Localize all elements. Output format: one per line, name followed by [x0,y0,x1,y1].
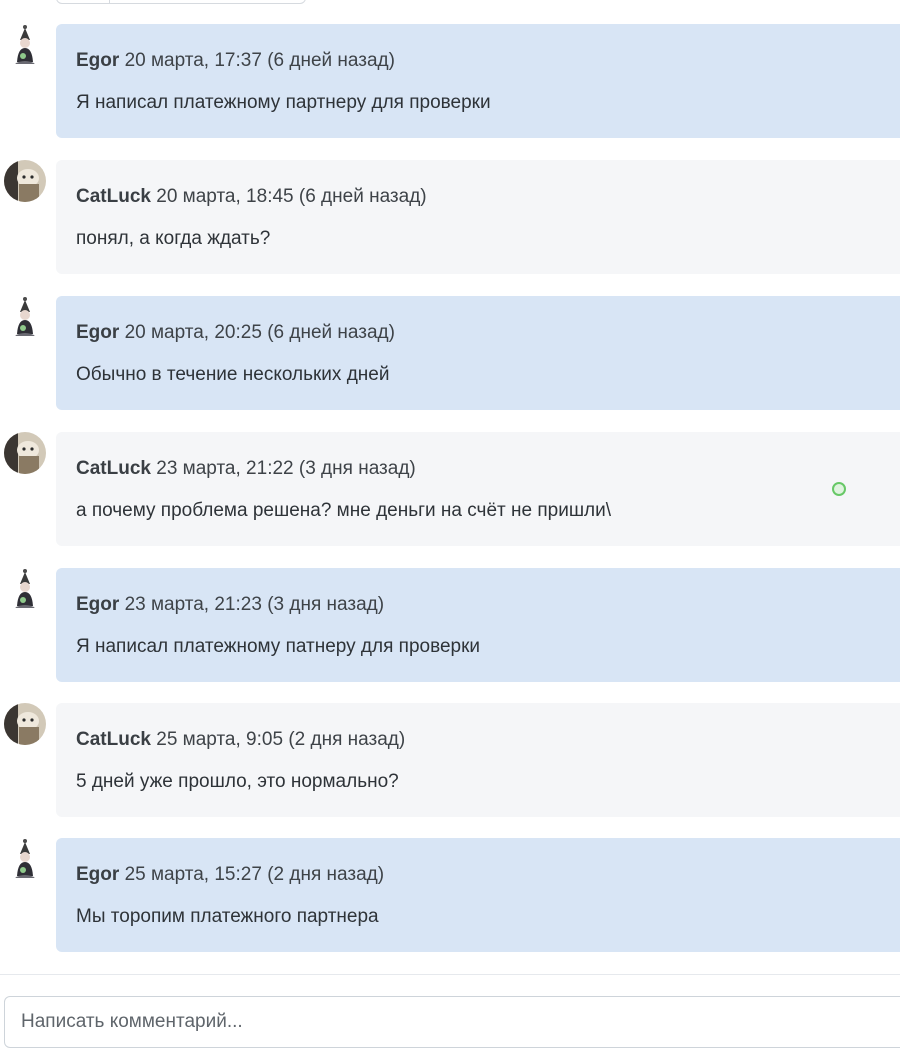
comment-text: 5 дней уже прошло, это нормально? [76,771,399,792]
comment-item: Egor 23 марта, 21:23 (3 дня назад) Я нап… [0,568,900,684]
user-avatar-icon [4,160,46,202]
comment-meta: Egor 20 марта, 20:25 (6 дней назад) [76,322,395,344]
comment-meta: CatLuck 25 марта, 9:05 (2 дня назад) [76,729,405,751]
staff-avatar[interactable] [4,838,46,880]
comment-item: CatLuck 25 марта, 9:05 (2 дня назад) 5 д… [0,703,900,819]
user-avatar-icon [4,432,46,474]
comment-author: CatLuck [76,186,151,207]
comment-item: CatLuck 20 марта, 18:45 (6 дней назад) п… [0,160,900,276]
staff-avatar[interactable] [4,24,46,66]
comment-bubble: CatLuck 23 марта, 21:22 (3 дня назад) а … [56,432,900,546]
comment-author: Egor [76,50,120,71]
comment-author: CatLuck [76,458,151,479]
comment-text: а почему проблема решена? мне деньги на … [76,500,612,521]
comment-meta: Egor 25 марта, 15:27 (2 дня назад) [76,864,384,886]
comment-item: Egor 20 марта, 20:25 (6 дней назад) Обыч… [0,296,900,412]
comment-item: Egor 25 марта, 15:27 (2 дня назад) Мы то… [0,838,900,954]
comment-text: Я написал платежному патнеру для проверк… [76,636,481,657]
staff-avatar-icon [4,296,46,338]
comment-timestamp: 20 марта, 17:37 (6 дней назад) [124,50,395,71]
comment-timestamp: 23 марта, 21:22 (3 дня назад) [156,458,416,479]
comment-bubble: Egor 25 марта, 15:27 (2 дня назад) Мы то… [56,838,900,952]
comment-input[interactable] [4,996,900,1048]
comment-bubble: Egor 23 марта, 21:23 (3 дня назад) Я нап… [56,568,900,682]
comment-item: Egor 20 марта, 17:37 (6 дней назад) Я на… [0,24,900,140]
comment-timestamp: 20 марта, 20:25 (6 дней назад) [124,322,395,343]
comment-author: Egor [76,322,120,343]
comment-timestamp: 25 марта, 15:27 (2 дня назад) [124,864,385,885]
ticket-comments-page: Egor 20 марта, 17:37 (6 дней назад) Я на… [0,0,900,1058]
user-avatar[interactable] [4,432,46,474]
comment-author: Egor [76,594,120,615]
comment-bubble: CatLuck 25 марта, 9:05 (2 дня назад) 5 д… [56,703,900,817]
comment-text: Мы торопим платежного партнера [76,906,379,927]
user-avatar[interactable] [4,703,46,745]
staff-avatar-icon [4,24,46,66]
button-group-divider [109,0,110,3]
user-avatar-icon [4,703,46,745]
staff-avatar-icon [4,838,46,880]
comment-bubble: Egor 20 марта, 20:25 (6 дней назад) Обыч… [56,296,900,410]
comment-author: CatLuck [76,729,151,750]
comment-item: CatLuck 23 марта, 21:22 (3 дня назад) а … [0,432,900,548]
staff-avatar[interactable] [4,568,46,610]
comment-author: Egor [76,864,120,885]
top-button-group-fragment[interactable] [56,0,306,4]
comment-meta: Egor 23 марта, 21:23 (3 дня назад) [76,594,384,616]
comment-timestamp: 25 марта, 9:05 (2 дня назад) [156,729,406,750]
staff-avatar-icon [4,568,46,610]
comment-meta: Egor 20 марта, 17:37 (6 дней назад) [76,50,395,72]
staff-avatar[interactable] [4,296,46,338]
comment-bubble: CatLuck 20 марта, 18:45 (6 дней назад) п… [56,160,900,274]
comment-timestamp: 20 марта, 18:45 (6 дней назад) [156,186,427,207]
comment-meta: CatLuck 23 марта, 21:22 (3 дня назад) [76,458,416,480]
online-status-icon [832,482,846,496]
comment-text: Я написал платежному партнеру для провер… [76,92,491,113]
comment-input-divider [0,974,900,975]
comment-meta: CatLuck 20 марта, 18:45 (6 дней назад) [76,186,427,208]
comment-timestamp: 23 марта, 21:23 (3 дня назад) [124,594,385,615]
comment-text: понял, а когда ждать? [76,228,271,249]
comment-bubble: Egor 20 марта, 17:37 (6 дней назад) Я на… [56,24,900,138]
user-avatar[interactable] [4,160,46,202]
comment-text: Обычно в течение нескольких дней [76,364,390,385]
